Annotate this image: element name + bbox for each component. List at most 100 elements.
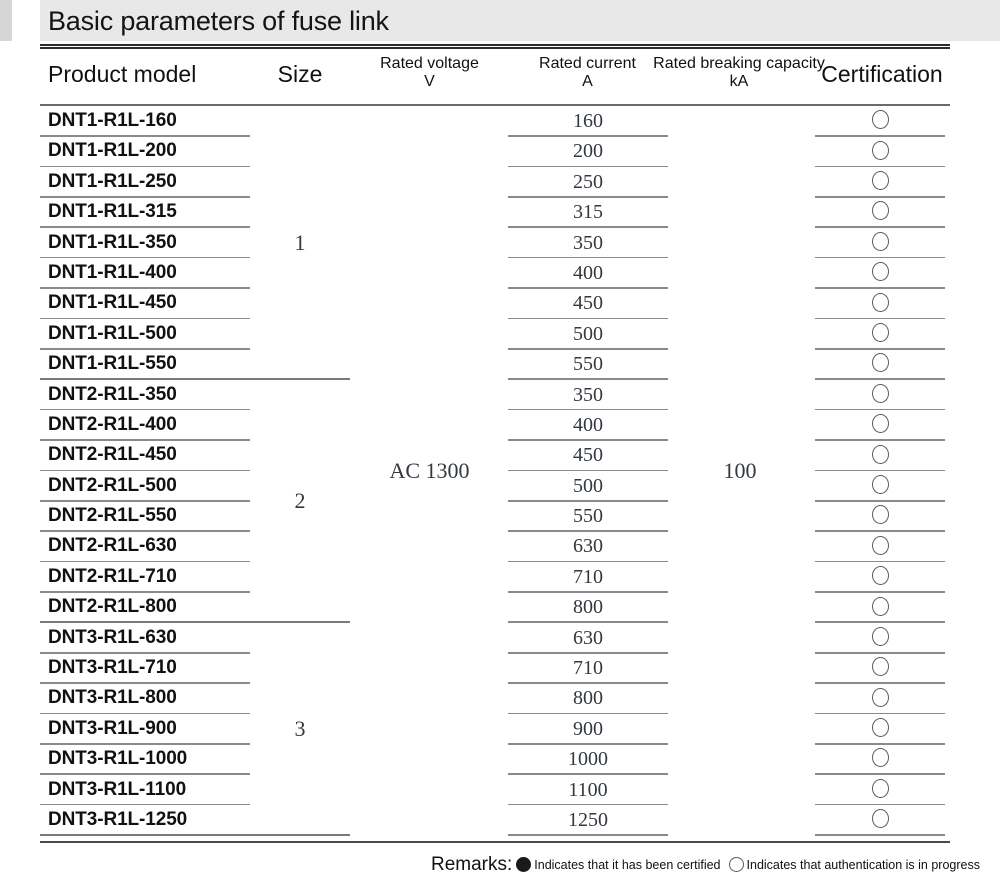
open-circle-icon [871, 262, 889, 282]
cell-rated-current: 800 [573, 687, 603, 710]
column-header-rated-voltage-label: Rated voltage [380, 55, 479, 72]
cell-product-model: DNT3-R1L-1250 [48, 808, 188, 830]
table-row: DNT1-R1L-315 315 [0, 197, 1000, 229]
cell-rated-current: 400 [573, 413, 603, 436]
legend-certified-text: Indicates that it has been certified [534, 857, 721, 872]
cell-certification [815, 501, 945, 531]
open-circle-icon [871, 414, 889, 434]
cell-product-model: DNT3-R1L-900 [48, 717, 177, 739]
cell-certification [815, 531, 945, 561]
cell-product-model: DNT2-R1L-550 [48, 505, 177, 527]
cell-certification [815, 440, 945, 470]
cell-rated-current: 710 [573, 657, 603, 680]
table-row: DNT3-R1L-1100 1100 [0, 775, 1000, 806]
cell-certification [815, 380, 945, 410]
cell-certification [815, 258, 945, 288]
open-circle-icon [871, 809, 889, 829]
remarks-footer: Remarks: Indicates that it has been cert… [0, 848, 1000, 881]
cell-certification [815, 349, 945, 379]
cell-rated-current: 500 [573, 322, 603, 345]
table-row: DNT2-R1L-630 630 [0, 531, 1000, 563]
cell-product-model: DNT1-R1L-400 [48, 261, 177, 283]
table-row: DNT1-R1L-250 250 [0, 167, 1000, 198]
table-row: DNT3-R1L-1000 1000 [0, 744, 1000, 776]
table-header-row: Product model Size Rated voltage V Rated… [0, 50, 1000, 102]
column-header-rated-current-label: Rated current [539, 55, 636, 72]
open-circle-icon [871, 778, 889, 798]
cell-product-model: DNT1-R1L-315 [48, 201, 177, 223]
cell-rated-current: 710 [573, 565, 603, 588]
filled-circle-icon [516, 857, 532, 872]
column-header-rated-voltage-unit: V [424, 72, 435, 90]
cell-product-model: DNT2-R1L-500 [48, 474, 177, 496]
table-row: DNT3-R1L-630 630 [0, 623, 1000, 654]
cell-certification [815, 623, 945, 653]
cell-rated-current: 315 [573, 201, 603, 224]
cell-product-model: DNT2-R1L-450 [48, 444, 177, 466]
remarks-label: Remarks: [430, 853, 513, 875]
table-row: DNT1-R1L-400 400 [0, 258, 1000, 289]
cell-product-model: DNT2-R1L-630 [48, 535, 177, 557]
cell-product-model: DNT3-R1L-1100 [48, 778, 187, 800]
cell-product-model: DNT1-R1L-450 [48, 292, 177, 314]
open-circle-icon [871, 353, 889, 373]
cell-rated-current: 630 [573, 535, 603, 558]
cell-rated-breaking-capacity: 100 [723, 457, 757, 483]
table-row: DNT1-R1L-500 500 [0, 319, 1000, 350]
table-row: DNT1-R1L-160 160 [0, 106, 1000, 137]
cell-product-model: DNT1-R1L-350 [48, 231, 177, 253]
cell-certification [815, 410, 945, 440]
table-row: DNT2-R1L-800 800 [0, 592, 1000, 624]
table-row: DNT1-R1L-450 450 [0, 288, 1000, 320]
cell-product-model: DNT3-R1L-630 [48, 626, 177, 648]
open-circle-icon [871, 201, 889, 221]
open-circle-icon [871, 535, 889, 555]
cell-size: 1 [294, 229, 306, 255]
table-row: DNT2-R1L-710 710 [0, 562, 1000, 593]
legend-pending-text: Indicates that authentication is in prog… [746, 857, 980, 872]
cell-certification [815, 775, 945, 805]
cell-rated-current: 450 [573, 292, 603, 315]
open-circle-icon [871, 718, 889, 738]
open-circle-icon [871, 596, 889, 616]
open-circle-icon [871, 505, 889, 525]
legend-certified: Indicates that it has been certified [516, 857, 728, 872]
cell-certification [815, 319, 945, 349]
cell-certification [815, 744, 945, 774]
cell-product-model: DNT3-R1L-1000 [48, 748, 188, 770]
column-header-rated-current: Rated current A [510, 55, 665, 91]
table-row: DNT2-R1L-400 400 [0, 410, 1000, 441]
cell-product-model: DNT3-R1L-710 [48, 657, 177, 679]
cell-product-model: DNT2-R1L-400 [48, 413, 177, 435]
open-circle-icon [871, 566, 889, 586]
cell-rated-current: 800 [573, 596, 603, 619]
title-left-accent [0, 0, 12, 41]
open-circle-icon [871, 140, 889, 160]
column-header-rated-voltage: Rated voltage V [352, 55, 507, 91]
cell-rated-current: 1000 [568, 748, 608, 771]
cell-rated-current: 400 [573, 261, 603, 284]
cell-rated-current: 500 [573, 474, 603, 497]
open-circle-icon [871, 474, 889, 494]
column-header-certification: Certification [821, 61, 943, 87]
column-header-rated-current-unit: A [582, 72, 593, 90]
cell-product-model: DNT1-R1L-200 [48, 140, 177, 162]
table-row: DNT3-R1L-900 900 [0, 714, 1000, 745]
cell-rated-current: 250 [573, 170, 603, 193]
open-circle-icon [871, 687, 889, 707]
cell-product-model: DNT1-R1L-500 [48, 322, 177, 344]
table-row: DNT2-R1L-350 350 [0, 380, 1000, 411]
title-divider [40, 44, 950, 49]
cell-rated-current: 200 [573, 140, 603, 163]
column-header-size: Size [277, 61, 323, 87]
legend-pending: Indicates that authentication is in prog… [728, 857, 988, 872]
open-circle-icon [871, 383, 889, 403]
table-bottom-border [40, 841, 950, 844]
cell-product-model: DNT2-R1L-710 [48, 565, 177, 587]
open-circle-icon [871, 292, 889, 312]
cell-size: 3 [294, 716, 306, 742]
open-circle-icon [871, 748, 889, 768]
cell-certification [815, 653, 945, 683]
page-title: Basic parameters of fuse link [48, 6, 389, 36]
open-circle-icon [871, 657, 889, 677]
